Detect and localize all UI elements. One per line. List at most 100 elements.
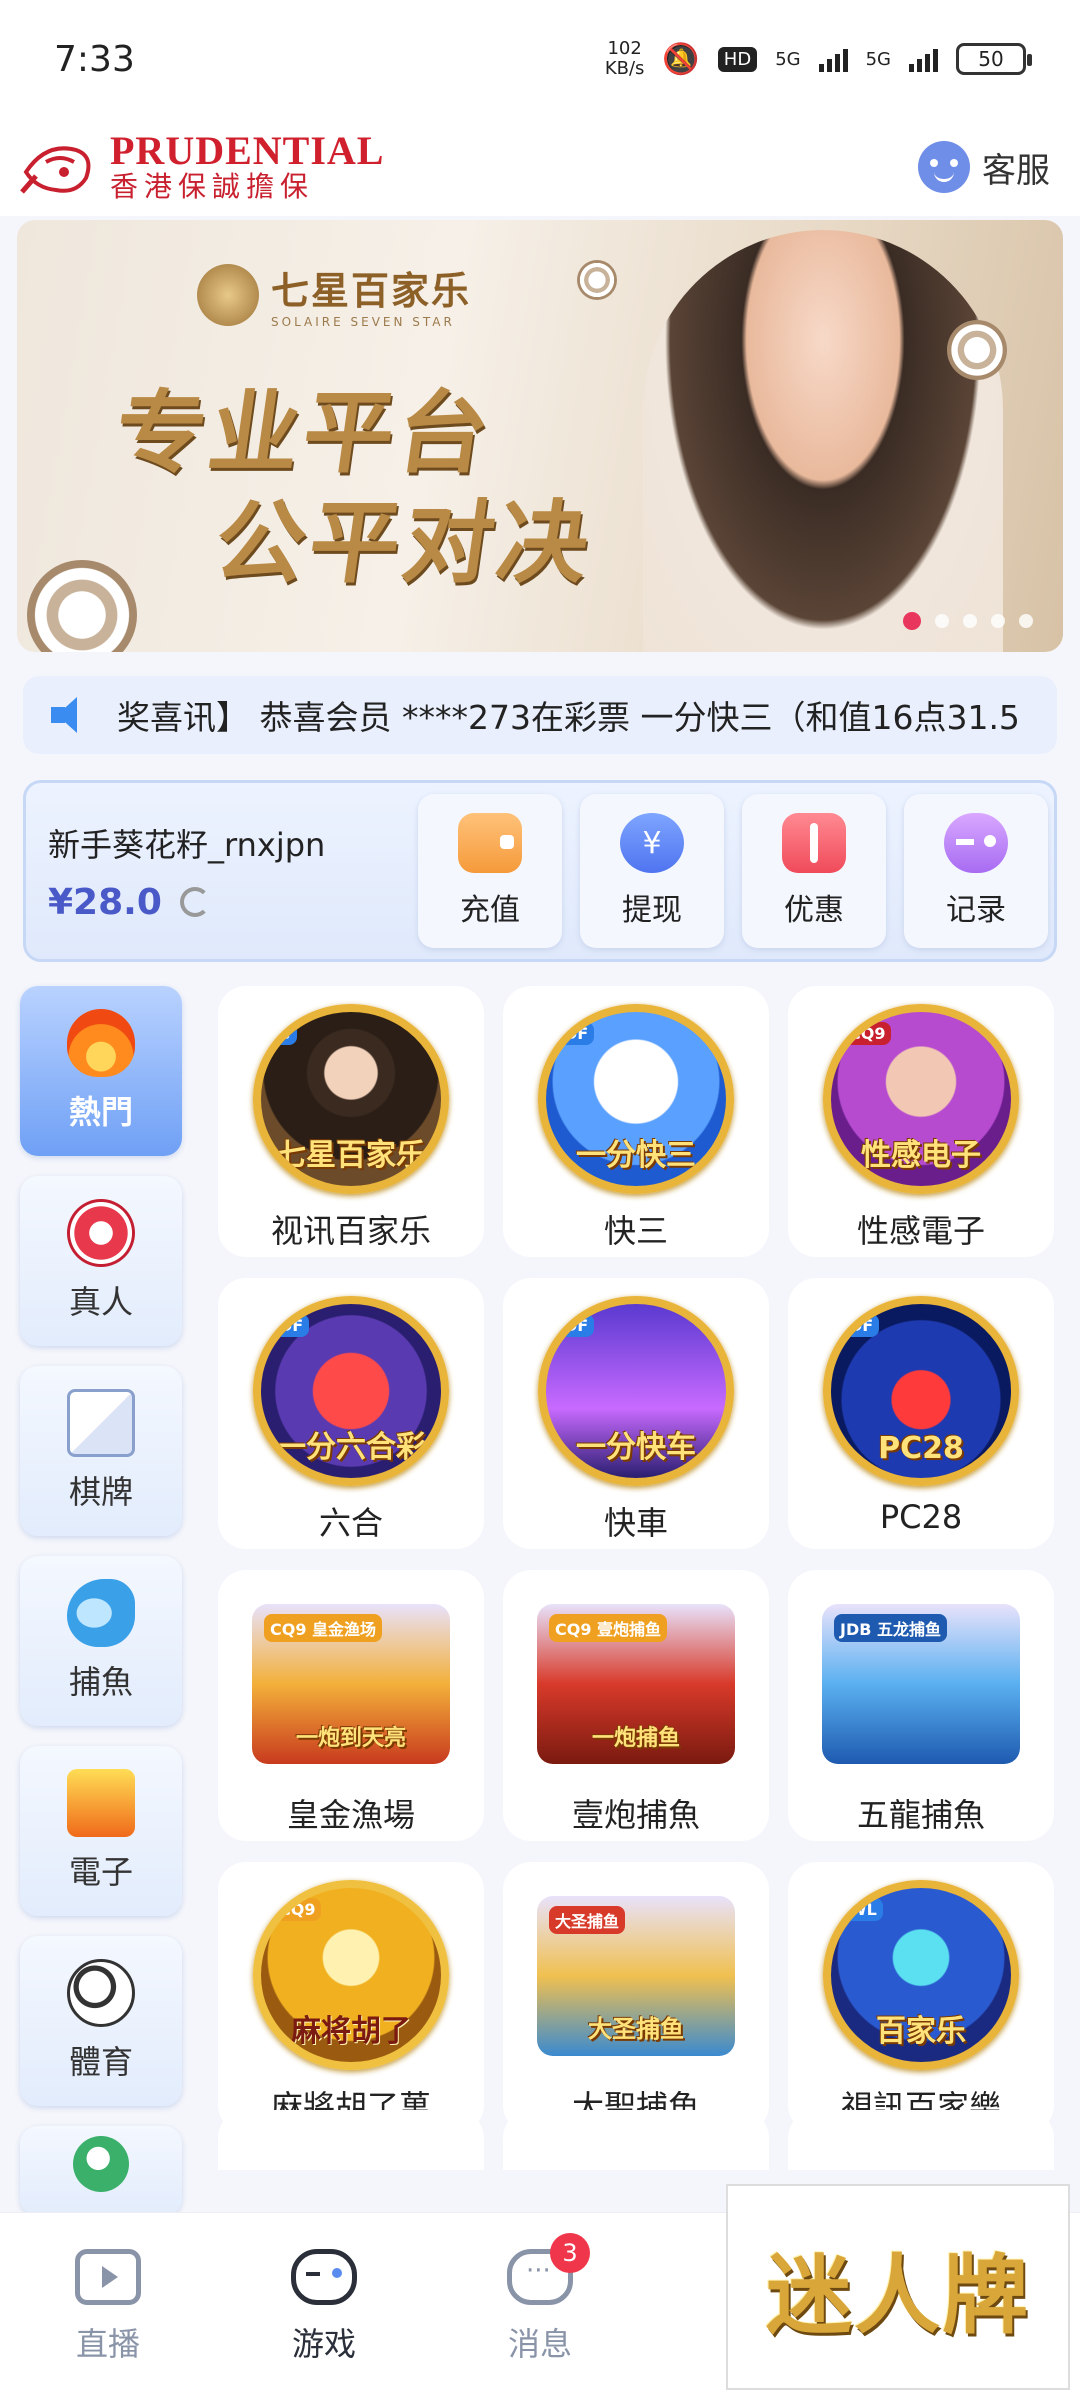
ticket-icon	[782, 813, 846, 873]
game-thumbnail: JDB 五龙捕鱼	[822, 1604, 1020, 1764]
balance-amount: ¥28.0	[48, 881, 162, 923]
username: 新手葵花籽_rnxjpn	[48, 825, 326, 864]
carousel-dot[interactable]	[903, 612, 921, 630]
wallet-info: 新手葵花籽_rnxjpn ¥28.0	[48, 820, 418, 923]
signal-2-icon	[909, 46, 938, 72]
game-card[interactable]: 大圣捕鱼 大圣捕鱼 大聖捕魚	[503, 1862, 769, 2133]
balance-row: ¥28.0	[48, 882, 418, 923]
wallet-icon	[458, 813, 522, 873]
wallet-panel: 新手葵花籽_rnxjpn ¥28.0 充值 ¥ 提现 优惠 记录	[23, 780, 1057, 962]
promo-banner[interactable]: 七星百家乐 SOLAIRE SEVEN STAR 专业平台 公平对决	[17, 220, 1063, 652]
nav-live[interactable]: 直播	[0, 2213, 216, 2400]
category-fishing[interactable]: 捕魚	[20, 1556, 182, 1726]
game-card[interactable]: WL 百家乐 視訊百家樂	[788, 1862, 1054, 2133]
category-sports[interactable]: 體育	[20, 1936, 182, 2106]
carousel-dot[interactable]	[935, 614, 949, 628]
banner-headline-2: 公平对决	[208, 490, 600, 596]
status-time: 7:33	[54, 38, 135, 80]
game-card[interactable]: DF 一分快三 快三	[503, 986, 769, 1257]
game-card[interactable]: CQ9 性感电子 性感電子	[788, 986, 1054, 1257]
nav-games[interactable]: 游戏	[216, 2213, 432, 2400]
headset-icon	[918, 141, 970, 193]
nav-messages[interactable]: 3 消息	[432, 2213, 648, 2400]
fire-icon	[67, 1009, 135, 1077]
announcement-marquee[interactable]: 奖喜讯】 恭喜会员 ****273在彩票 一分快三（和值16点31.5	[23, 676, 1057, 754]
game-thumbnail: WL 百家乐	[823, 1880, 1019, 2070]
customer-service-button[interactable]: 客服	[918, 141, 1064, 193]
category-sidebar: 熱門 真人 棋牌 捕魚 電子 體育	[20, 986, 182, 2236]
category-slots[interactable]: 電子	[20, 1746, 182, 1916]
prudential-logo-icon	[20, 146, 91, 194]
category-label: 捕魚	[68, 1663, 133, 1701]
ad-overlay[interactable]: 迷人牌	[726, 2184, 1070, 2390]
status-icons: 102 KB/s 🔕 HD 5G 5G 50	[605, 39, 1032, 79]
provider-badge: DF	[558, 1314, 595, 1337]
signal-1-icon	[818, 46, 848, 72]
net-speed-unit: KB/s	[604, 58, 645, 79]
category-hot[interactable]: 熱門	[20, 986, 182, 1156]
slot-777-icon	[67, 1769, 135, 1837]
category-label: 體育	[68, 2043, 133, 2081]
recharge-label: 充值	[460, 893, 520, 928]
announcement-text: 奖喜讯】 恭喜会员 ****273在彩票 一分快三（和值16点31.5	[117, 698, 1020, 737]
carousel-dot[interactable]	[963, 614, 977, 628]
game-thumbnail-caption: 七星百家乐	[276, 1138, 426, 1173]
casino-chip-icon	[67, 1199, 135, 1267]
provider-badge: WL	[843, 1898, 883, 1921]
game-card[interactable]: JDB 五龙捕鱼 五龍捕魚	[788, 1570, 1054, 1841]
net-speed: 102 KB/s	[605, 39, 645, 79]
unread-badge: 3	[550, 2233, 590, 2273]
game-card[interactable]: CQ9 壹炮捕鱼 一炮捕鱼 壹炮捕魚	[503, 1570, 769, 1841]
ad-overlay-text: 迷人牌	[766, 2244, 1030, 2346]
game-thumbnail-caption: 一分快三	[576, 1138, 696, 1173]
provider-badge: 大圣捕鱼	[549, 1906, 626, 1934]
provider-badge: CQ9	[843, 1022, 892, 1045]
game-grid: S 七星百家乐 视讯百家乐 DF 一分快三 快三 CQ9 性感电子 性感電子 D…	[218, 986, 1058, 2154]
banner-brand-name: 七星百家乐	[271, 269, 472, 313]
records-button[interactable]: 记录	[904, 794, 1048, 948]
recharge-button[interactable]: 充值	[418, 794, 562, 948]
banner-model-image	[643, 230, 1003, 652]
game-thumbnail: 大圣捕鱼 大圣捕鱼	[537, 1896, 735, 2056]
withdraw-button[interactable]: ¥ 提现	[580, 794, 724, 948]
carousel-dot[interactable]	[991, 614, 1005, 628]
game-title: 五龍捕魚	[856, 1796, 985, 1834]
nav-label: 消息	[507, 2325, 572, 2363]
game-card[interactable]: S 七星百家乐 视讯百家乐	[218, 986, 484, 1257]
mute-icon: 🔕	[662, 41, 700, 77]
promotion-button[interactable]: 优惠	[742, 794, 886, 948]
carousel-dot[interactable]	[1019, 614, 1033, 628]
provider-badge: DF	[843, 1314, 880, 1337]
category-lottery[interactable]	[20, 2126, 182, 2216]
game-title: 快車	[603, 1504, 668, 1542]
game-card[interactable]: DF 一分快车 快車	[503, 1278, 769, 1549]
game-card[interactable]: DF PC28 PC28	[788, 1278, 1054, 1549]
game-card[interactable]: CQ9 麻将胡了 麻將胡了萬	[218, 1862, 484, 2133]
banner-brand: 七星百家乐 SOLAIRE SEVEN STAR	[197, 260, 471, 329]
provider-badge: JDB 五龙捕鱼	[834, 1614, 948, 1642]
game-card[interactable]	[503, 2110, 769, 2170]
category-live[interactable]: 真人	[20, 1176, 182, 1346]
casino-chip-decoration	[577, 260, 617, 300]
game-thumbnail: DF 一分快车	[538, 1296, 734, 1486]
category-cards[interactable]: 棋牌	[20, 1366, 182, 1536]
logo-text-en: PRUDENTIAL	[110, 128, 385, 173]
shark-icon	[67, 1579, 135, 1647]
logo-text-cn: 香港保誠擔保	[110, 170, 315, 203]
carousel-indicator	[903, 612, 1033, 630]
game-card[interactable]	[788, 2110, 1054, 2170]
refresh-icon[interactable]	[179, 887, 210, 917]
net-speed-value: 102	[607, 38, 642, 59]
game-card[interactable]: CQ9 皇金渔场 一炮到天亮 皇金漁場	[218, 1570, 484, 1841]
game-card[interactable]	[218, 2110, 484, 2170]
game-card[interactable]: DF 一分六合彩 六合	[218, 1278, 484, 1549]
banner-brand-sub: SOLAIRE SEVEN STAR	[271, 315, 455, 329]
game-thumbnail-caption: PC28	[878, 1431, 964, 1466]
brand-coin-icon	[197, 263, 259, 326]
provider-badge: DF	[558, 1022, 595, 1045]
provider-badge: S	[273, 1022, 297, 1045]
game-title: 视讯百家乐	[270, 1212, 431, 1250]
game-grid-next-row	[218, 2110, 1054, 2170]
game-thumbnail: CQ9 性感电子	[823, 1004, 1019, 1194]
game-thumbnail-caption: 性感电子	[861, 1138, 981, 1173]
